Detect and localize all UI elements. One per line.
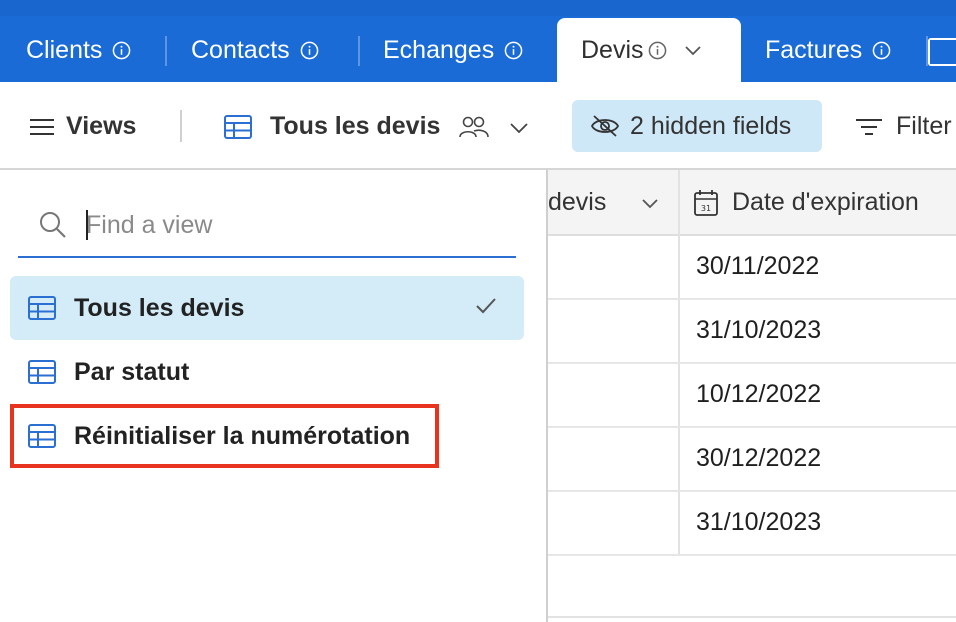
tab-clients[interactable]: Clients — [26, 18, 131, 82]
view-item-tous-les-devis[interactable]: Tous les devis — [10, 276, 524, 340]
tab-label: Factures — [765, 35, 863, 64]
current-view-button[interactable]: Tous les devis — [224, 112, 530, 141]
tab-label: Clients — [26, 35, 103, 64]
views-label: Views — [66, 112, 137, 140]
tab-label: Echanges — [383, 35, 495, 64]
calendar-icon: 31 — [694, 190, 718, 216]
view-search-box — [18, 192, 516, 258]
filter-icon — [856, 118, 882, 135]
date-expiration-cell[interactable]: 30/11/2022 — [696, 252, 819, 281]
table-row[interactable]: 30/11/2022 — [548, 236, 956, 300]
hamburger-menu-icon — [30, 118, 54, 135]
hidden-fields-button[interactable]: 2 hidden fields — [572, 100, 822, 152]
records-grid: devis 31 Date d'expiration 30/11/2022 31… — [548, 170, 956, 622]
tab-label: Devis — [581, 35, 644, 64]
text-cursor — [86, 210, 88, 240]
date-expiration-cell[interactable]: 10/12/2022 — [696, 380, 821, 409]
tab-echanges[interactable]: Echanges — [383, 18, 523, 82]
search-icon — [40, 212, 66, 238]
date-expiration-cell[interactable]: 31/10/2023 — [696, 316, 821, 345]
hidden-fields-label: 2 hidden fields — [630, 111, 792, 140]
grid-view-icon — [28, 360, 56, 384]
eye-off-icon — [590, 115, 620, 137]
info-icon[interactable] — [300, 41, 319, 60]
tab-devis[interactable]: Devis — [557, 18, 741, 82]
tab-separator — [358, 36, 360, 66]
table-row[interactable]: 31/10/2023 — [548, 492, 956, 556]
date-expiration-cell[interactable]: 30/12/2022 — [696, 444, 821, 473]
table-row[interactable]: 30/12/2022 — [548, 428, 956, 492]
svg-text:31: 31 — [701, 204, 711, 213]
chevron-down-icon[interactable] — [683, 40, 703, 60]
column-header-date-expiration[interactable]: Date d'expiration — [732, 188, 919, 217]
grid-view-icon — [28, 296, 56, 320]
filter-label: Filter — [896, 112, 952, 140]
collaborators-icon — [459, 116, 490, 137]
table-row[interactable]: 10/12/2022 — [548, 364, 956, 428]
tab-separator — [165, 36, 167, 66]
view-item-label: Par statut — [74, 357, 190, 386]
grid-view-icon — [28, 424, 56, 448]
info-icon[interactable] — [112, 41, 131, 60]
tab-contacts[interactable]: Contacts — [191, 18, 319, 82]
tab-label: Contacts — [191, 35, 290, 64]
tab-factures[interactable]: Factures — [765, 18, 891, 82]
view-item-par-statut[interactable]: Par statut — [10, 340, 524, 404]
view-item-label: Réinitialiser la numérotation — [74, 421, 411, 450]
grid-header-row: devis 31 Date d'expiration — [548, 170, 956, 236]
table-tab-bar: Clients Contacts Echanges Devis Factures — [0, 0, 956, 82]
checkmark-icon — [476, 298, 496, 314]
info-icon[interactable] — [872, 41, 891, 60]
column-header-label: devis — [548, 188, 607, 216]
chevron-down-icon[interactable] — [640, 194, 660, 212]
views-toggle-button[interactable]: Views — [30, 112, 136, 141]
toolbar-divider — [180, 110, 182, 142]
view-toolbar: Views Tous les devis 2 hidden fields Fil… — [0, 82, 956, 170]
tab-overflow-edge-inner — [930, 40, 956, 64]
current-view-label: Tous les devis — [270, 112, 441, 140]
filter-button[interactable]: Filter — [856, 112, 952, 141]
info-icon[interactable] — [504, 41, 523, 60]
chevron-down-icon — [510, 122, 529, 133]
view-item-label: Tous les devis — [74, 293, 245, 322]
tab-bar-top-strip — [0, 0, 956, 16]
column-header-label: Date d'expiration — [732, 188, 919, 216]
info-icon[interactable] — [648, 41, 667, 60]
table-row[interactable]: 31/10/2023 — [548, 300, 956, 364]
grid-footer-line — [548, 616, 956, 618]
date-expiration-cell[interactable]: 31/10/2023 — [696, 508, 821, 537]
view-search-input[interactable] — [84, 204, 508, 246]
view-item-reinitialiser-la-numerotation[interactable]: Réinitialiser la numérotation — [10, 404, 524, 468]
column-header-devis[interactable]: devis — [548, 188, 606, 217]
grid-view-icon — [224, 114, 252, 139]
views-dropdown-panel: Tous les devis Par statut Réinitialiser … — [0, 170, 548, 622]
